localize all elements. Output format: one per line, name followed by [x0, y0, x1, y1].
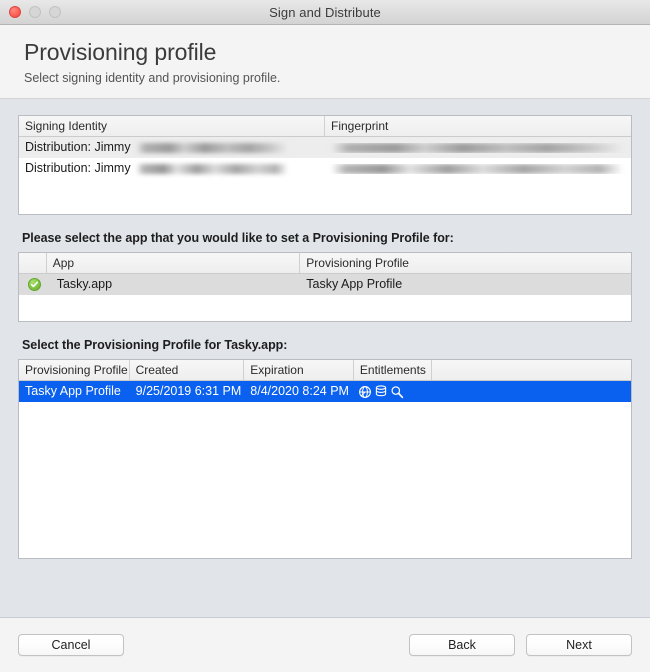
page-title: Provisioning profile	[24, 39, 217, 65]
column-header-profile[interactable]: Provisioning Profile	[19, 360, 130, 380]
redacted-identity-detail	[135, 163, 288, 174]
app-table-header: App Provisioning Profile	[19, 253, 631, 274]
provisioning-profile-table-header: Provisioning Profile Created Expiration …	[19, 360, 631, 381]
entitlement-icon-group	[354, 384, 404, 399]
profile-section-label: Select the Provisioning Profile for Task…	[22, 338, 288, 352]
app-table[interactable]: App Provisioning Profile Tasky.app Tasky…	[18, 252, 632, 322]
close-button-icon[interactable]	[9, 6, 21, 18]
magnifier-icon[interactable]	[390, 385, 404, 399]
window-titlebar: Sign and Distribute	[0, 0, 650, 25]
dialog-body: Signing Identity Fingerprint Distributio…	[0, 99, 650, 617]
redacted-identity-detail	[135, 142, 288, 153]
app-status-cell	[19, 278, 47, 291]
footer-button-group: Back Next	[409, 634, 632, 656]
dialog-footer: Cancel Back Next	[0, 617, 650, 672]
column-header-provisioning-profile[interactable]: Provisioning Profile	[300, 253, 631, 273]
window-controls	[9, 0, 61, 24]
table-row[interactable]: Tasky.app Tasky App Profile	[19, 274, 631, 295]
profile-created-cell: 9/25/2019 6:31 PM	[135, 384, 242, 398]
signing-identity-table-header: Signing Identity Fingerprint	[19, 116, 631, 137]
maximize-button-icon[interactable]	[49, 6, 61, 18]
fingerprint-cell	[325, 142, 631, 153]
app-name-cell: Tasky.app	[56, 277, 113, 291]
column-header-created[interactable]: Created	[130, 360, 245, 380]
column-header-filler[interactable]	[432, 360, 631, 380]
next-button[interactable]: Next	[526, 634, 632, 656]
column-header-fingerprint[interactable]: Fingerprint	[325, 116, 631, 136]
app-section-label: Please select the app that you would lik…	[22, 231, 454, 245]
sign-and-distribute-window: Sign and Distribute Provisioning profile…	[0, 0, 650, 672]
minimize-button-icon[interactable]	[29, 6, 41, 18]
cancel-button[interactable]: Cancel	[18, 634, 124, 656]
profile-entitlements-cell	[354, 384, 631, 399]
column-header-app[interactable]: App	[47, 253, 301, 273]
signing-identity-name: Distribution: Jimmy	[25, 140, 131, 154]
table-row[interactable]: Tasky App Profile 9/25/2019 6:31 PM 8/4/…	[19, 381, 631, 402]
signing-identity-cell: Distribution: Jimmy	[19, 158, 325, 179]
redacted-fingerprint	[331, 163, 623, 174]
column-header-status[interactable]	[19, 253, 47, 273]
signing-identity-cell: Distribution: Jimmy	[19, 137, 325, 158]
column-header-entitlements[interactable]: Entitlements	[354, 360, 432, 380]
check-circle-icon	[28, 278, 41, 291]
page-header: Provisioning profile Select signing iden…	[0, 25, 650, 99]
fingerprint-cell	[325, 163, 631, 174]
globe-network-icon[interactable]	[358, 385, 372, 399]
signing-identity-name: Distribution: Jimmy	[25, 161, 131, 175]
column-header-signing-identity[interactable]: Signing Identity	[19, 116, 325, 136]
table-row[interactable]: Distribution: Jimmy	[19, 158, 631, 179]
page-subtitle: Select signing identity and provisioning…	[24, 71, 281, 85]
app-profile-cell: Tasky App Profile	[306, 277, 403, 291]
column-header-expiration[interactable]: Expiration	[244, 360, 354, 380]
profile-name-cell: Tasky App Profile	[25, 384, 121, 398]
profile-expiration-cell: 8/4/2020 8:24 PM	[250, 384, 349, 398]
database-icon[interactable]	[375, 384, 387, 399]
redacted-fingerprint	[331, 142, 623, 153]
table-row[interactable]: Distribution: Jimmy	[19, 137, 631, 158]
signing-identity-table[interactable]: Signing Identity Fingerprint Distributio…	[18, 115, 632, 215]
window-title: Sign and Distribute	[269, 4, 381, 20]
provisioning-profile-table[interactable]: Provisioning Profile Created Expiration …	[18, 359, 632, 559]
back-button[interactable]: Back	[409, 634, 515, 656]
